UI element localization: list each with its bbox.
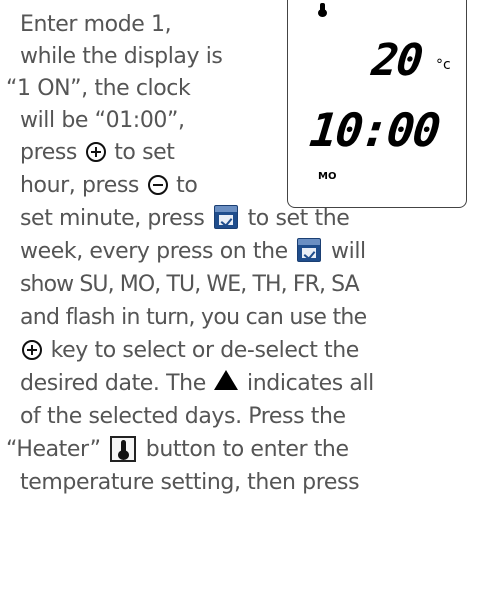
text-line: “Heater” button to enter the: [6, 436, 349, 462]
text-line: Enter mode 1,: [20, 12, 172, 37]
manual-page: 20 °c 10:00 MO Enter mode 1, while the d…: [0, 0, 481, 602]
triangle-up-icon: [214, 370, 239, 390]
heater-thermometer-icon: [110, 436, 137, 462]
plus-circle-icon: [22, 340, 42, 360]
lcd-temperature: 20: [369, 35, 424, 86]
text-line: “1 ON”, the clock: [6, 76, 191, 101]
text-line: show SU, MO, TU, WE, TH, FR, SA: [20, 272, 360, 297]
text-line: while the display is: [20, 44, 223, 69]
lcd-temperature-unit: °c: [436, 57, 451, 73]
text-line: temperature setting, then press: [20, 470, 360, 495]
heater-icon: [318, 3, 328, 17]
text-line: will be “01:00”,: [20, 108, 185, 133]
text-line: desired date. The indicates all: [20, 370, 374, 396]
text-line: and flash in turn, you can use the: [20, 305, 367, 330]
text-line: key to select or de-select the: [20, 337, 359, 365]
lcd-weekday: MO: [318, 171, 337, 182]
calendar-check-icon: [297, 238, 322, 262]
text-line: hour, press to: [20, 173, 198, 198]
calendar-check-icon: [213, 205, 238, 229]
lcd-time: 10:00: [307, 103, 442, 157]
text-line: press to set: [20, 140, 175, 165]
text-line: set minute, press to set the: [20, 205, 350, 231]
text-line: week, every press on the will: [20, 238, 366, 264]
plus-circle-icon: [85, 142, 106, 162]
lcd-display: 20 °c 10:00 MO: [287, 0, 467, 208]
minus-circle-icon: [147, 175, 168, 195]
text-line: of the selected days. Press the: [20, 404, 346, 429]
